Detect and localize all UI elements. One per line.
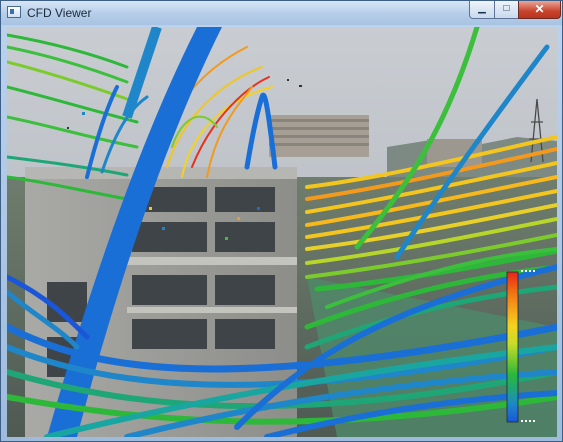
minimize-button[interactable]: ▁ xyxy=(469,1,495,19)
apartment-stripe xyxy=(269,143,369,146)
maximize-button[interactable]: □ xyxy=(494,1,519,19)
app-icon xyxy=(7,6,21,18)
apartment-stripe xyxy=(269,127,369,130)
apartment-stripe xyxy=(269,135,369,138)
balcony-rail xyxy=(127,257,297,265)
window-title: CFD Viewer xyxy=(27,6,92,20)
apartment-stripe xyxy=(269,119,369,122)
close-button[interactable]: ✕ xyxy=(518,1,561,19)
cfd-viewer-window: CFD Viewer ▁ □ ✕ xyxy=(0,0,563,442)
title-bar[interactable]: CFD Viewer ▁ □ ✕ xyxy=(1,1,562,25)
balcony-rail xyxy=(127,307,297,313)
building-roof xyxy=(25,167,297,179)
cfd-viewport[interactable] xyxy=(7,27,557,437)
scene-canvas[interactable] xyxy=(7,27,557,437)
